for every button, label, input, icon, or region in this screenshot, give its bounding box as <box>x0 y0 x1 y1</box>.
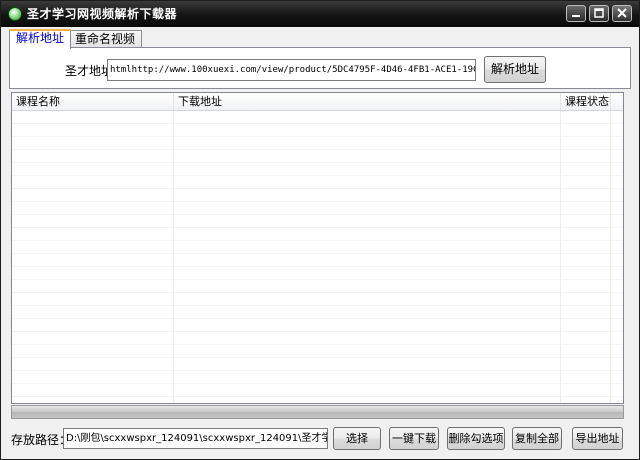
delete-checked-button[interactable]: 删除勾选项 <box>447 427 505 450</box>
maximize-icon <box>594 8 604 18</box>
url-input[interactable]: htmlhttp://www.100xuexi.com/view/product… <box>107 59 476 81</box>
parse-address-button[interactable]: 解析地址 <box>484 56 546 83</box>
save-path-input[interactable]: D:\刚包\scxxwspxr_124091\scxxwspxr_124091\… <box>63 428 328 449</box>
app-window: 圣才学习网视频解析下载器 解析地址 重命名视频 圣才地址 htmlhttp://… <box>0 0 640 460</box>
table-header: 课程名称 下载地址 课程状态 <box>12 93 623 111</box>
horizontal-scrollbar[interactable] <box>11 405 624 419</box>
column-divider <box>173 111 174 403</box>
tab-bar: 解析地址 重命名视频 <box>9 29 629 49</box>
window-title: 圣才学习网视频解析下载器 <box>27 7 178 21</box>
minimize-icon <box>572 15 580 17</box>
app-icon <box>8 7 22 21</box>
export-address-button[interactable]: 导出地址 <box>572 427 623 450</box>
download-all-button[interactable]: 一键下载 <box>389 427 439 450</box>
column-divider <box>610 111 611 403</box>
title-bar[interactable]: 圣才学习网视频解析下载器 <box>1 1 639 27</box>
column-divider <box>560 111 561 403</box>
url-label: 圣才地址 <box>65 64 114 78</box>
minimize-button[interactable] <box>566 5 586 22</box>
close-button[interactable] <box>612 5 632 22</box>
column-header-download-url[interactable]: 下载地址 <box>174 93 561 110</box>
close-icon <box>617 8 627 18</box>
table-body[interactable] <box>12 111 623 403</box>
save-path-label: 存放路径： <box>11 433 72 447</box>
maximize-button[interactable] <box>589 5 609 22</box>
tab-rename-video[interactable]: 重命名视频 <box>68 30 143 48</box>
select-button[interactable]: 选择 <box>333 427 381 450</box>
result-table[interactable]: 课程名称 下载地址 课程状态 <box>11 92 624 404</box>
column-header-course-status[interactable]: 课程状态 <box>561 93 611 110</box>
column-header-course-name[interactable]: 课程名称 <box>12 93 174 110</box>
copy-all-button[interactable]: 复制全部 <box>512 427 562 450</box>
tab-parse-address[interactable]: 解析地址 <box>9 29 72 49</box>
